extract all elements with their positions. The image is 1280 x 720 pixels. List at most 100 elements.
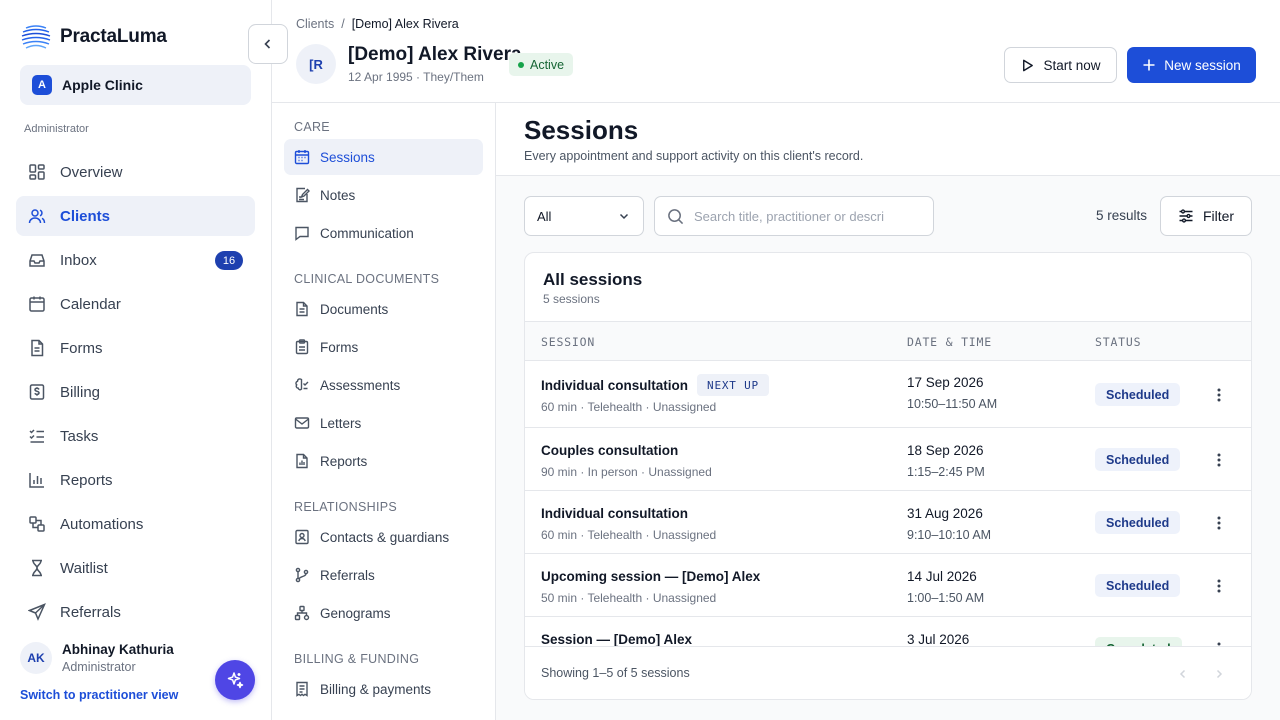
session-type-select[interactable]: All (524, 196, 644, 236)
nav-label: Waitlist (60, 559, 108, 577)
subnav-item-genograms[interactable]: Genograms (284, 595, 483, 631)
session-details: 60 min · Telehealth · Unassigned (541, 528, 717, 542)
new-session-button[interactable]: New session (1127, 47, 1256, 83)
tasks-icon (29, 429, 44, 443)
table-row[interactable]: Upcoming session — [Demo] Alex 50 min · … (525, 554, 1251, 617)
table-row[interactable]: Session — [Demo] Alex 3 Jul 2026 Complet… (525, 617, 1251, 646)
client-details: 12 Apr 1995 · They/Them (348, 70, 484, 84)
subnav-item-assessments[interactable]: Assessments (284, 367, 483, 403)
nav-item-clients[interactable]: Clients (16, 196, 255, 236)
client-header: Clients / [Demo] Alex Rivera [R [Demo] A… (272, 0, 1280, 103)
main-nav: Overview Clients Inbox 16 Calendar Forms… (16, 152, 255, 636)
form-icon (31, 339, 44, 357)
sparkles-icon (227, 672, 244, 689)
subnav-item-letters[interactable]: Letters (284, 405, 483, 441)
subnav-item-reports[interactable]: Reports (284, 443, 483, 479)
row-menu-button[interactable] (1209, 511, 1229, 535)
client-subnav: CARE Sessions Notes Communication CLINIC… (272, 103, 496, 720)
mail-icon (294, 417, 310, 429)
row-menu-button[interactable] (1209, 383, 1229, 407)
session-date: 3 Jul 2026 (907, 632, 970, 646)
subnav-item-notes[interactable]: Notes (284, 177, 483, 213)
column-status[interactable]: STATUS (1095, 335, 1141, 349)
collapse-sidebar-button[interactable] (248, 24, 288, 64)
session-title-cell: Couples consultation (541, 443, 678, 458)
grid-icon (29, 164, 45, 180)
table-row[interactable]: Individual consultation 60 min · Telehea… (525, 491, 1251, 554)
start-now-button[interactable]: Start now (1004, 47, 1117, 83)
user-profile[interactable]: AK Abhinay Kathuria Administrator (20, 642, 174, 674)
row-menu-button[interactable] (1209, 637, 1229, 646)
automation-icon (29, 516, 45, 532)
session-date: 17 Sep 2026 (907, 375, 984, 390)
subnav-item-billing[interactable]: Billing & payments (284, 671, 483, 707)
table-header: SESSION DATE & TIME STATUS (525, 321, 1251, 361)
filter-label: Filter (1202, 208, 1235, 224)
next-up-badge: NEXT UP (697, 374, 769, 396)
nav-label: Referrals (60, 603, 121, 621)
nav-item-tasks[interactable]: Tasks (16, 416, 255, 456)
nav-item-billing[interactable]: Billing (16, 372, 255, 412)
card-subtitle: 5 sessions (543, 292, 600, 306)
section-relationships: RELATIONSHIPS (294, 500, 397, 514)
nav-item-waitlist[interactable]: Waitlist (16, 548, 255, 588)
subnav-item-communication[interactable]: Communication (284, 215, 483, 251)
send-icon (28, 603, 46, 621)
nav-label: Inbox (60, 251, 97, 269)
chart-icon (29, 473, 44, 488)
chevron-left-icon (1179, 669, 1186, 679)
search-box (654, 196, 934, 236)
filter-button[interactable]: Filter (1160, 196, 1252, 236)
subnav-label: Documents (320, 301, 389, 317)
nav-item-reports[interactable]: Reports (16, 460, 255, 500)
ai-assistant-button[interactable] (215, 660, 255, 700)
subnav-item-contacts[interactable]: Contacts & guardians (284, 519, 483, 555)
app-name: PractaLuma (60, 26, 167, 47)
logo[interactable]: PractaLuma (20, 24, 167, 50)
subnav-item-referrals[interactable]: Referrals (284, 557, 483, 593)
page-header: Sessions Every appointment and support a… (496, 103, 1280, 176)
nav-item-inbox[interactable]: Inbox 16 (16, 240, 255, 280)
session-date: 14 Jul 2026 (907, 569, 977, 584)
session-date: 18 Sep 2026 (907, 443, 984, 458)
plus-icon (1143, 59, 1155, 71)
nav-item-overview[interactable]: Overview (16, 152, 255, 192)
nav-item-calendar[interactable]: Calendar (16, 284, 255, 324)
table-row[interactable]: Individual consultation NEXT UP 60 min ·… (525, 361, 1251, 428)
session-title-cell: Session — [Demo] Alex (541, 632, 692, 646)
nav-label: Billing (60, 383, 101, 401)
next-page-button[interactable] (1210, 665, 1228, 683)
contact-card-icon (295, 529, 309, 545)
user-name: Abhinay Kathuria (62, 642, 174, 657)
row-menu-button[interactable] (1209, 574, 1229, 598)
subnav-item-sessions[interactable]: Sessions (284, 139, 483, 175)
nav-item-referrals[interactable]: Referrals (16, 592, 255, 632)
subnav-label: Contacts & guardians (320, 529, 450, 545)
more-vertical-icon (1217, 388, 1221, 402)
session-title-cell: Individual consultation NEXT UP (541, 374, 769, 396)
subnav-item-forms[interactable]: Forms (284, 329, 483, 365)
section-clinical-documents: CLINICAL DOCUMENTS (294, 272, 440, 286)
breadcrumb: Clients / [Demo] Alex Rivera (296, 17, 459, 31)
session-title: Session — [Demo] Alex (541, 632, 693, 646)
nav-label: Reports (60, 471, 113, 489)
clinic-switcher[interactable]: A Apple Clinic (20, 65, 251, 105)
hourglass-icon (32, 559, 42, 577)
subnav-item-documents[interactable]: Documents (284, 291, 483, 327)
prev-page-button[interactable] (1174, 665, 1192, 683)
column-date-time[interactable]: DATE & TIME (907, 335, 992, 349)
sessions-card: All sessions 5 sessions SESSION DATE & T… (524, 252, 1252, 700)
table-row[interactable]: Couples consultation 90 min · In person … (525, 428, 1251, 491)
breadcrumb-current: [Demo] Alex Rivera (351, 17, 459, 31)
nav-item-forms[interactable]: Forms (16, 328, 255, 368)
row-menu-button[interactable] (1209, 448, 1229, 472)
nav-item-automations[interactable]: Automations (16, 504, 255, 544)
search-input[interactable] (694, 208, 884, 224)
breadcrumb-clients-link[interactable]: Clients (296, 17, 334, 31)
session-time: 1:15–2:45 PM (907, 465, 985, 479)
switch-view-link[interactable]: Switch to practitioner view (20, 688, 178, 702)
status-badge: Scheduled (1095, 511, 1181, 534)
subnav-label: Reports (320, 453, 368, 469)
column-session[interactable]: SESSION (541, 335, 595, 349)
session-title: Individual consultation (541, 506, 689, 521)
